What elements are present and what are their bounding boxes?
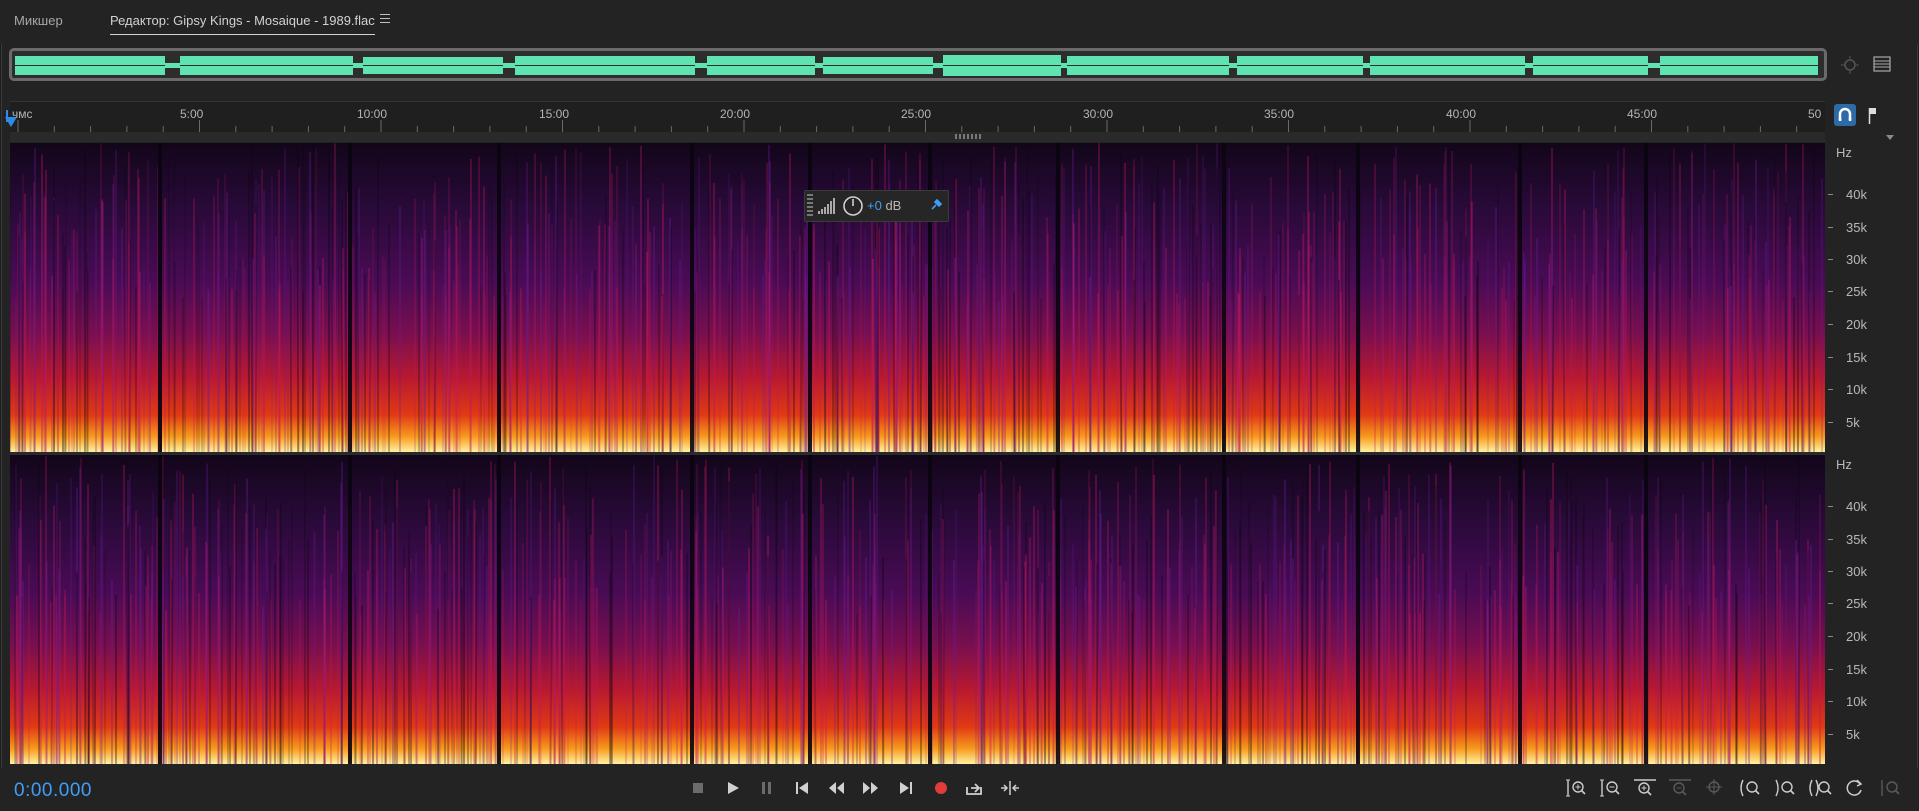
fast-forward-icon[interactable] bbox=[859, 776, 883, 800]
zoom-in-at-end-icon[interactable] bbox=[1772, 776, 1798, 800]
ruler-label: 30:00 bbox=[1083, 107, 1114, 121]
spectrogram-channel-right[interactable] bbox=[10, 455, 1825, 764]
ruler-label: 40:00 bbox=[1446, 107, 1477, 121]
zoom-out-amplitude-icon[interactable] bbox=[1597, 776, 1623, 800]
ruler-label: 20:00 bbox=[720, 107, 751, 121]
hz-label: 15k bbox=[1846, 662, 1867, 677]
zoom-to-selection-icon[interactable] bbox=[1807, 776, 1833, 800]
zoom-out-time-icon[interactable] bbox=[1667, 776, 1693, 800]
hz-label: 10k bbox=[1846, 382, 1867, 397]
loop-playback-icon[interactable] bbox=[963, 776, 987, 800]
tab-editor[interactable]: Редактор: Gipsy Kings - Mosaique - 1989.… bbox=[110, 13, 375, 35]
scroll-grip-icon[interactable] bbox=[955, 134, 983, 139]
tab-bar: Микшер Редактор: Gipsy Kings - Mosaique … bbox=[0, 0, 1919, 44]
pause-icon[interactable] bbox=[755, 776, 779, 800]
zoom-out-full-icon[interactable] bbox=[1877, 776, 1903, 800]
hz-label: 5k bbox=[1846, 415, 1860, 430]
playhead-marker[interactable] bbox=[5, 117, 17, 127]
spectrogram-image bbox=[10, 455, 1825, 764]
hz-label: 25k bbox=[1846, 284, 1867, 299]
hz-label: 30k bbox=[1846, 252, 1867, 267]
ruler-label: 50 bbox=[1808, 107, 1822, 121]
hz-unit-label: Hz bbox=[1836, 457, 1852, 472]
ruler-label: 5:00 bbox=[180, 107, 204, 121]
frequency-scale-right: Hz 40k 35k 30k 25k 20k 15k 10k 5k bbox=[1828, 455, 1916, 764]
play-icon[interactable] bbox=[721, 776, 745, 800]
hz-label: 30k bbox=[1846, 564, 1867, 579]
hz-label: 35k bbox=[1846, 220, 1867, 235]
zoom-in-at-start-icon[interactable] bbox=[1737, 776, 1763, 800]
overview-waveform[interactable] bbox=[9, 48, 1827, 81]
hz-unit-label: Hz bbox=[1836, 145, 1852, 160]
pin-icon[interactable] bbox=[929, 198, 943, 212]
stop-icon[interactable] bbox=[686, 776, 710, 800]
hz-label: 20k bbox=[1846, 629, 1867, 644]
zoom-in-amplitude-icon[interactable] bbox=[1563, 776, 1589, 800]
record-icon[interactable] bbox=[929, 776, 953, 800]
marker-icon[interactable] bbox=[1864, 104, 1880, 126]
ruler-label: 35:00 bbox=[1264, 107, 1295, 121]
hz-label: 35k bbox=[1846, 532, 1867, 547]
zoom-in-time-icon[interactable] bbox=[1632, 776, 1658, 800]
zoom-full-icon[interactable] bbox=[1702, 776, 1728, 800]
hz-label: 15k bbox=[1846, 350, 1867, 365]
hz-label: 10k bbox=[1846, 694, 1867, 709]
hz-label: 20k bbox=[1846, 317, 1867, 332]
tab-mixer[interactable]: Микшер bbox=[14, 13, 63, 28]
scroll-down-arrow-icon[interactable] bbox=[1886, 135, 1894, 140]
time-display[interactable]: 0:00.000 bbox=[14, 780, 92, 802]
rewind-icon[interactable] bbox=[825, 776, 849, 800]
hz-label: 5k bbox=[1846, 727, 1860, 742]
zoom-overview-icon[interactable] bbox=[1840, 55, 1862, 77]
tab-menu-icon[interactable] bbox=[380, 14, 390, 24]
go-to-start-icon[interactable] bbox=[790, 776, 814, 800]
ruler-label: 15:00 bbox=[539, 107, 570, 121]
go-to-end-icon[interactable] bbox=[894, 776, 918, 800]
list-view-icon[interactable] bbox=[1873, 56, 1891, 72]
overview-waveform-shape bbox=[15, 55, 1823, 76]
hz-label: 25k bbox=[1846, 596, 1867, 611]
hz-label: 40k bbox=[1846, 187, 1867, 202]
ruler-label: 25:00 bbox=[901, 107, 932, 121]
horizontal-scrollbar[interactable] bbox=[10, 132, 1825, 142]
zoom-reset-icon[interactable] bbox=[1842, 776, 1868, 800]
time-ruler[interactable]: чмс 5:00 10:00 15:00 20:00 25:00 30:00 3… bbox=[10, 101, 1825, 132]
frequency-scale-left: Hz 40k 35k 30k 25k 20k 15k 10k 5k bbox=[1828, 143, 1916, 452]
skip-selection-icon[interactable] bbox=[998, 776, 1022, 800]
drag-handle-icon[interactable] bbox=[807, 194, 813, 218]
level-bars-icon bbox=[818, 198, 835, 214]
volume-value[interactable]: +0 dB bbox=[867, 198, 901, 213]
ruler-label: 10:00 bbox=[357, 107, 388, 121]
snap-magnet-icon[interactable] bbox=[1834, 104, 1856, 126]
ruler-label: 45:00 bbox=[1627, 107, 1658, 121]
volume-hud[interactable]: +0 dB bbox=[804, 190, 949, 222]
volume-knob-icon[interactable] bbox=[842, 195, 864, 217]
hz-label: 40k bbox=[1846, 499, 1867, 514]
